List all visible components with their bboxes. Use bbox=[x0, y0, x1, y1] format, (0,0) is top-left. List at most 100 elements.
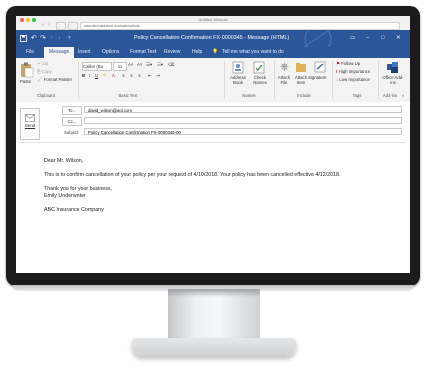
cc-button[interactable]: Cc... bbox=[62, 117, 82, 126]
follow-up-label: Follow Up bbox=[341, 61, 361, 66]
decor-circle-icon bbox=[303, 31, 332, 47]
tab-options[interactable]: Options bbox=[102, 47, 119, 58]
paste-icon[interactable] bbox=[20, 62, 34, 78]
subject-label: Subject bbox=[64, 130, 79, 135]
tell-me-box[interactable]: Tell me what you want to do bbox=[222, 47, 284, 58]
ribbon-display-icon[interactable]: ▭ bbox=[350, 30, 355, 47]
redo-icon[interactable]: ↷ bbox=[40, 30, 46, 47]
address-bar[interactable]: www.abcinsurance.example/outlook bbox=[80, 22, 400, 30]
screen: Untitled Window ‹ › www.abcinsurance.exa… bbox=[16, 16, 410, 273]
attach-file-button[interactable]: Attach File bbox=[276, 75, 292, 85]
sender-name: Emily Underwriter bbox=[44, 193, 86, 199]
highlight-icon[interactable]: ✎ bbox=[103, 73, 107, 79]
send-label: Send bbox=[24, 123, 36, 128]
close-icon[interactable]: ✕ bbox=[396, 30, 401, 47]
signature-icon[interactable] bbox=[314, 61, 326, 73]
group-clipboard: Clipboard bbox=[37, 93, 55, 98]
down-arrow-icon[interactable]: ↓ bbox=[58, 30, 61, 47]
exclamation-icon: ! bbox=[336, 69, 338, 74]
down-arrow-icon: ↓ bbox=[336, 77, 339, 82]
up-arrow-icon[interactable]: ↑ bbox=[50, 30, 53, 47]
maximize-icon[interactable]: □ bbox=[381, 30, 384, 47]
low-importance-label: Low Importance bbox=[339, 77, 370, 82]
clear-format-icon[interactable]: ⌫ bbox=[168, 62, 174, 68]
office-addins-button[interactable]: Office Add-ins bbox=[380, 75, 406, 85]
tab-format-text[interactable]: Format Text bbox=[130, 47, 156, 58]
high-importance-button[interactable]: ! High Importance bbox=[336, 69, 370, 74]
font-color-icon[interactable]: A bbox=[112, 73, 115, 78]
subject-field[interactable]: Policy Cancellation Confirmation FX-0000… bbox=[84, 128, 402, 135]
check-names-icon[interactable] bbox=[253, 61, 265, 74]
send-envelope-icon bbox=[25, 114, 35, 122]
to-button[interactable]: To... bbox=[62, 106, 82, 115]
address-bar-text: www.abcinsurance.example/outlook bbox=[84, 24, 140, 28]
flag-icon: ⚑ bbox=[336, 61, 340, 66]
high-importance-label: High Importance bbox=[338, 69, 371, 74]
monitor-stand-shadow bbox=[168, 289, 260, 297]
outdent-icon[interactable]: ⇤ bbox=[148, 73, 152, 79]
tab-review[interactable]: Review bbox=[164, 47, 180, 58]
window-titlebar: ↶ ↷ ↑ ↓ ▾ Policy Cancellation Confirmati… bbox=[16, 30, 410, 47]
align-center-icon[interactable]: ≡ bbox=[130, 73, 133, 78]
grow-font-icon[interactable]: A˄ bbox=[128, 62, 133, 67]
format-painter-button[interactable]: 🖌 Format Painter bbox=[37, 77, 72, 83]
bullets-icon[interactable]: ☰▾ bbox=[146, 62, 152, 68]
sidebar-icon[interactable] bbox=[56, 22, 66, 30]
cut-button[interactable]: ✂ Cut bbox=[37, 61, 48, 67]
address-book-button[interactable]: Address Book bbox=[228, 75, 248, 85]
underline-icon[interactable]: U bbox=[95, 73, 98, 78]
ribbon: Paste ✂ Cut ⎘ Copy 🖌 Format Painter Clip… bbox=[16, 58, 410, 103]
format-painter-label: Format Painter bbox=[43, 77, 73, 82]
check-names-button[interactable]: Check Names bbox=[250, 75, 270, 85]
bold-icon[interactable]: B bbox=[82, 73, 85, 78]
window-title: Policy Cancellation Confirmation FX-0000… bbox=[134, 35, 290, 41]
copy-button[interactable]: ⎘ Copy bbox=[37, 69, 52, 74]
minimize-icon[interactable]: – bbox=[366, 30, 369, 47]
group-tags: Tags bbox=[352, 93, 362, 98]
tab-help[interactable]: Help bbox=[192, 47, 202, 58]
address-book-icon[interactable] bbox=[232, 61, 244, 74]
tab-message[interactable]: Message bbox=[44, 47, 75, 58]
send-button[interactable]: Send bbox=[20, 108, 40, 140]
paste-label[interactable]: Paste bbox=[20, 79, 31, 84]
forward-icon[interactable]: › bbox=[48, 22, 50, 28]
brush-icon: 🖌 bbox=[37, 77, 43, 82]
office-addins-icon[interactable] bbox=[386, 61, 400, 74]
tab-insert[interactable]: Insert bbox=[78, 47, 91, 58]
to-field[interactable]: david_wilson@aol.com bbox=[84, 106, 402, 113]
numbering-icon[interactable]: ☷▾ bbox=[157, 62, 163, 68]
save-icon[interactable] bbox=[20, 35, 27, 42]
group-include: Include bbox=[297, 93, 311, 98]
tab-file[interactable]: File bbox=[26, 47, 34, 58]
group-names: Names bbox=[242, 93, 256, 98]
browser-toolbar: Untitled Window ‹ › www.abcinsurance.exa… bbox=[16, 16, 410, 31]
back-icon[interactable]: ‹ bbox=[42, 22, 44, 28]
compose-area: Send To... david_wilson@aol.com Cc... Su… bbox=[16, 102, 410, 273]
font-size-dropdown[interactable]: 11 bbox=[113, 62, 127, 71]
more-icon[interactable]: ▾ bbox=[68, 30, 71, 47]
greeting-line: Dear Mr. Wilson, bbox=[44, 158, 84, 164]
align-right-icon[interactable]: ≡ bbox=[138, 73, 141, 78]
indent-icon[interactable]: ⇥ bbox=[156, 73, 160, 79]
italic-icon[interactable]: I bbox=[89, 73, 90, 78]
follow-up-button[interactable]: ⚑ Follow Up bbox=[336, 61, 360, 67]
monitor-stand-base bbox=[132, 338, 296, 356]
cc-field[interactable] bbox=[84, 117, 402, 124]
sender-company: ABC Insurance Company bbox=[44, 207, 104, 213]
message-body[interactable]: Dear Mr. Wilson, This is to confirm canc… bbox=[44, 158, 394, 214]
cut-label: Cut bbox=[41, 61, 49, 66]
shrink-font-icon[interactable]: A˅ bbox=[137, 62, 142, 67]
closing-line: Thank you for your business, bbox=[44, 186, 113, 192]
collapse-ribbon-icon[interactable]: ˄ bbox=[402, 93, 404, 98]
paperclip-icon[interactable]: ⎈ bbox=[280, 61, 289, 74]
font-name-dropdown[interactable]: Calibri (Bo bbox=[82, 62, 112, 71]
share-icon[interactable] bbox=[68, 22, 78, 30]
lightbulb-icon: 💡 bbox=[212, 49, 219, 55]
align-left-icon[interactable]: ≡ bbox=[122, 73, 125, 78]
signature-button[interactable]: Signature bbox=[308, 75, 326, 80]
attach-item-icon[interactable] bbox=[295, 61, 307, 73]
ribbon-tabs: File Message Insert Options Format Text … bbox=[16, 47, 410, 58]
low-importance-button[interactable]: ↓ Low Importance bbox=[336, 77, 370, 82]
undo-icon[interactable]: ↶ bbox=[31, 30, 37, 47]
copy-label: Copy bbox=[41, 69, 52, 74]
